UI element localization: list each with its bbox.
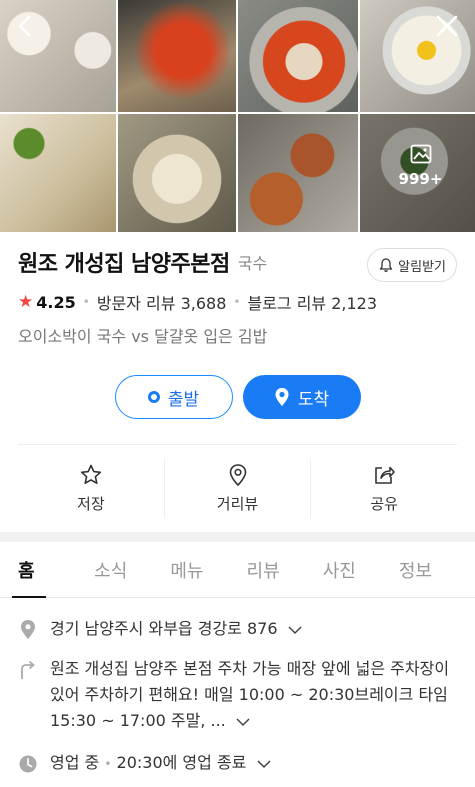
rating-value: 4.25 xyxy=(36,292,76,312)
location-pin-icon xyxy=(275,388,289,406)
photo-grid: 999+ xyxy=(0,0,475,232)
tab-bar: 홈 소식 메뉴 리뷰 사진 정보 xyxy=(0,542,475,598)
star-outline-icon xyxy=(80,464,101,484)
save-button[interactable]: 저장 xyxy=(18,459,165,518)
separator-dot: • xyxy=(233,295,241,309)
clock-icon xyxy=(19,755,37,773)
photo-thumbnail[interactable] xyxy=(0,114,116,232)
location-pin-icon xyxy=(21,620,35,639)
alarm-label: 알림받기 xyxy=(398,259,446,275)
start-label: 출발 xyxy=(167,389,200,410)
street-view-button[interactable]: 거리뷰 xyxy=(165,459,312,518)
action-bar: 저장 거리뷰 공유 xyxy=(18,444,457,532)
photo-thumbnail[interactable] xyxy=(238,0,358,112)
place-description: 오이소박이 국수 vs 달걀옷 입은 김밥 xyxy=(18,327,268,346)
place-category: 국수 xyxy=(237,254,268,273)
separator-dot: • xyxy=(104,757,112,771)
more-photos-count: 999+ xyxy=(398,170,443,188)
hours-detail: 20:30에 영업 종료 xyxy=(116,753,247,772)
title-row: 원조 개성집 남양주본점 국수 알림받기 xyxy=(18,230,457,294)
more-photos-button[interactable]: 999+ xyxy=(360,114,475,232)
route-buttons: 출발 도착 xyxy=(18,375,457,419)
chevron-down-icon[interactable] xyxy=(256,759,272,769)
start-button[interactable]: 출발 xyxy=(114,375,233,419)
arrive-label: 도착 xyxy=(297,389,330,410)
location-pin-icon xyxy=(229,464,246,487)
hours-status: 영업 중 xyxy=(50,753,100,772)
more-photos-overlay: 999+ xyxy=(360,144,475,188)
separator-dot: • xyxy=(82,295,90,309)
hours-row[interactable]: 영업 중 • 20:30에 영업 종료 xyxy=(18,750,457,777)
turn-arrow-icon xyxy=(21,660,35,679)
address-text: 경기 남양주시 와부읍 경강로 876 xyxy=(50,619,278,638)
arrive-button[interactable]: 도착 xyxy=(242,375,361,419)
bell-icon xyxy=(380,258,393,272)
start-point-icon xyxy=(147,391,160,403)
street-view-label: 거리뷰 xyxy=(216,495,259,513)
chevron-down-icon[interactable] xyxy=(235,717,251,727)
tab-photos[interactable]: 사진 xyxy=(323,542,399,597)
share-button[interactable]: 공유 xyxy=(311,459,457,518)
tab-menu[interactable]: 메뉴 xyxy=(170,542,246,597)
photo-thumbnail[interactable] xyxy=(238,114,358,232)
parking-row[interactable]: 원조 개성집 남양주 본점 주차 가능 매장 앞에 넓은 주차장이 있어 주차하… xyxy=(18,656,457,734)
star-icon: ★ xyxy=(18,292,34,312)
photo-thumbnail[interactable] xyxy=(118,114,236,232)
close-icon[interactable] xyxy=(433,12,461,40)
address-row[interactable]: 경기 남양주시 와부읍 경강로 876 xyxy=(18,616,457,642)
place-details: 경기 남양주시 와부읍 경강로 876 원조 개성집 남양주 본점 주차 가능 … xyxy=(0,616,475,777)
photo-thumbnail[interactable] xyxy=(118,0,236,112)
share-label: 공유 xyxy=(370,495,398,513)
share-icon xyxy=(375,466,395,484)
place-title: 원조 개성집 남양주본점 xyxy=(18,252,230,277)
chevron-down-icon[interactable] xyxy=(287,625,303,635)
tab-reviews[interactable]: 리뷰 xyxy=(247,542,323,597)
save-label: 저장 xyxy=(77,495,105,513)
alarm-button[interactable]: 알림받기 xyxy=(367,248,457,282)
place-info: 원조 개성집 남양주본점 국수 알림받기 ★ 4.25 • 방문자 리뷰 3,6… xyxy=(0,230,475,419)
tab-info[interactable]: 정보 xyxy=(399,542,475,597)
image-icon xyxy=(410,144,431,164)
back-chevron-icon[interactable] xyxy=(12,12,40,40)
tab-home[interactable]: 홈 xyxy=(11,542,94,598)
section-divider xyxy=(0,532,475,542)
tab-news[interactable]: 소식 xyxy=(94,542,170,597)
